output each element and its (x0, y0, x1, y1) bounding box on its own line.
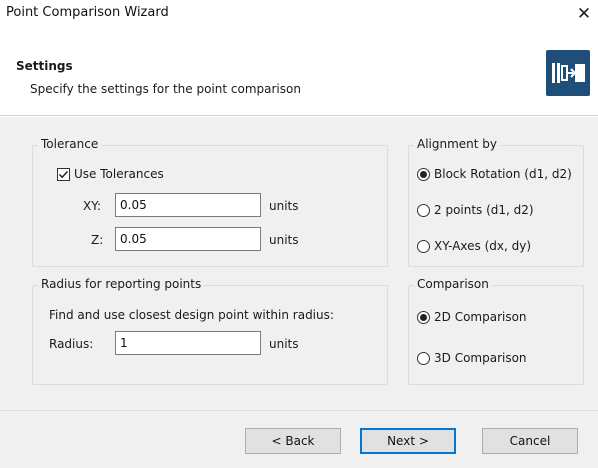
radius-description: Find and use closest design point within… (49, 308, 334, 322)
tolerance-group-title: Tolerance (38, 137, 102, 151)
checkmark-icon (58, 170, 69, 179)
page-subtitle: Specify the settings for the point compa… (30, 82, 301, 96)
two-points-radio[interactable] (417, 204, 430, 217)
comparison-3d-label[interactable]: 3D Comparison (434, 351, 527, 365)
wizard-logo-icon (546, 50, 590, 96)
xy-tolerance-input[interactable] (115, 193, 261, 217)
page-title: Settings (16, 59, 73, 73)
radius-group: Radius for reporting points Find and use… (32, 277, 388, 385)
cancel-button[interactable]: Cancel (482, 428, 578, 454)
window-title: Point Comparison Wizard (6, 5, 169, 20)
comparison-group-title: Comparison (414, 277, 492, 291)
z-label: Z: (91, 233, 104, 247)
alignment-group: Alignment by Block Rotation (d1, d2) 2 p… (408, 137, 584, 267)
close-icon: ✕ (576, 4, 592, 24)
block-rotation-radio[interactable] (417, 168, 430, 181)
close-button[interactable]: ✕ (570, 0, 598, 28)
xy-unit-label: units (269, 199, 299, 213)
use-tolerances-label[interactable]: Use Tolerances (74, 167, 164, 181)
radius-label: Radius: (49, 337, 94, 351)
comparison-2d-label[interactable]: 2D Comparison (434, 310, 527, 324)
wizard-logo-graphic (552, 63, 585, 83)
wizard-header: Settings Specify the settings for the po… (0, 28, 598, 116)
title-bar: Point Comparison Wizard ✕ (0, 0, 598, 28)
xy-axes-label[interactable]: XY-Axes (dx, dy) (434, 239, 531, 253)
two-points-label[interactable]: 2 points (d1, d2) (434, 203, 534, 217)
comparison-2d-radio[interactable] (417, 311, 430, 324)
back-button[interactable]: < Back (245, 428, 341, 454)
block-rotation-label[interactable]: Block Rotation (d1, d2) (434, 167, 572, 181)
xy-label: XY: (83, 199, 101, 213)
use-tolerances-checkbox[interactable] (57, 168, 70, 181)
comparison-3d-radio[interactable] (417, 352, 430, 365)
radius-unit-label: units (269, 337, 299, 351)
next-button[interactable]: Next > (360, 428, 456, 454)
button-bar: < Back Next > Cancel (0, 410, 598, 468)
comparison-group: Comparison 2D Comparison 3D Comparison (408, 277, 584, 385)
radius-input[interactable] (115, 331, 261, 355)
z-tolerance-input[interactable] (115, 227, 261, 251)
radius-group-title: Radius for reporting points (38, 277, 205, 291)
z-unit-label: units (269, 233, 299, 247)
tolerance-group: Tolerance Use Tolerances XY: units Z: un… (32, 137, 388, 267)
settings-panel: Tolerance Use Tolerances XY: units Z: un… (0, 117, 598, 410)
alignment-group-title: Alignment by (414, 137, 501, 151)
xy-axes-radio[interactable] (417, 240, 430, 253)
